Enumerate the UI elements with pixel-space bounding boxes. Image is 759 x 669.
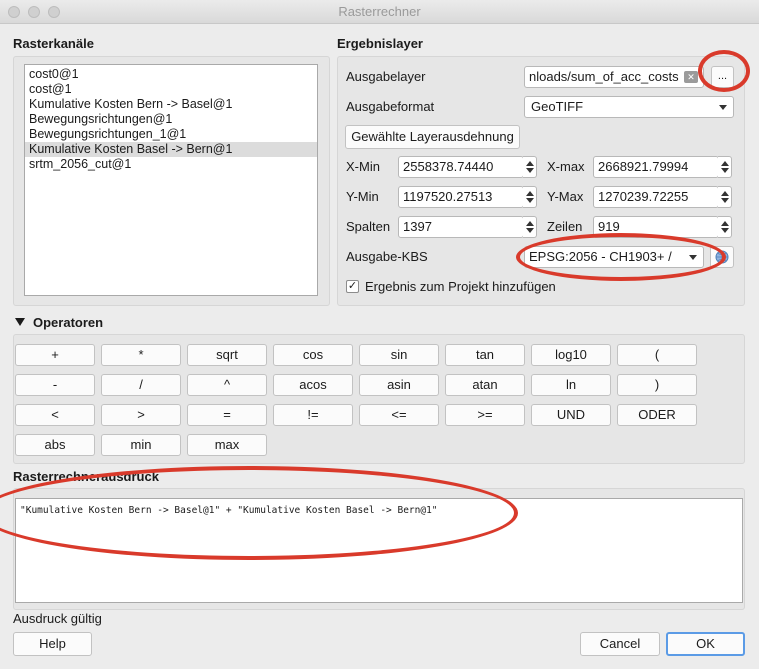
operator-button[interactable]: cos <box>273 344 353 366</box>
raster-bands-title: Rasterkanäle <box>13 36 94 51</box>
zoom-window-button[interactable] <box>48 6 60 18</box>
columns-input[interactable]: 1397 <box>398 216 524 238</box>
ymin-stepper[interactable] <box>523 186 537 208</box>
band-list-item[interactable]: cost@1 <box>25 82 317 97</box>
clear-text-icon[interactable]: ✕ <box>684 71 698 83</box>
xmax-input[interactable]: 2668921.79994 <box>593 156 719 178</box>
operator-button[interactable]: log10 <box>531 344 611 366</box>
operator-button[interactable]: ) <box>617 374 697 396</box>
operator-button[interactable]: max <box>187 434 267 456</box>
operator-button[interactable]: = <box>187 404 267 426</box>
xmin-label: X-Min <box>346 159 380 174</box>
xmax-stepper[interactable] <box>718 156 732 178</box>
operator-button[interactable]: atan <box>445 374 525 396</box>
operator-button[interactable]: ^ <box>187 374 267 396</box>
ymin-input[interactable]: 1197520.27513 <box>398 186 524 208</box>
operator-button[interactable]: - <box>15 374 95 396</box>
operator-button[interactable]: / <box>101 374 181 396</box>
operator-button[interactable]: >= <box>445 404 525 426</box>
band-list-item[interactable]: Kumulative Kosten Bern -> Basel@1 <box>25 97 317 112</box>
collapse-triangle-icon[interactable] <box>15 318 25 326</box>
band-list-item[interactable]: srtm_2056_cut@1 <box>25 157 317 172</box>
expression-title: Rasterrechnerausdruck <box>13 469 159 484</box>
output-crs-select[interactable]: EPSG:2056 - CH1903+ / <box>524 246 704 268</box>
band-list-item[interactable]: Bewegungsrichtungen_1@1 <box>25 127 317 142</box>
columns-label: Spalten <box>346 219 391 234</box>
ymin-label: Y-Min <box>346 189 379 204</box>
ymax-stepper[interactable] <box>718 186 732 208</box>
operator-button[interactable]: ln <box>531 374 611 396</box>
result-layer-title: Ergebnislayer <box>337 36 423 51</box>
xmin-input[interactable]: 2558378.74440 <box>398 156 524 178</box>
operator-button[interactable]: sin <box>359 344 439 366</box>
operator-button[interactable]: < <box>15 404 95 426</box>
operator-button[interactable]: sqrt <box>187 344 267 366</box>
ymax-label: Y-Max <box>547 189 584 204</box>
operator-button[interactable]: > <box>101 404 181 426</box>
output-crs-label: Ausgabe-KBS <box>346 249 428 264</box>
crs-selector-button[interactable] <box>710 246 734 268</box>
output-layer-value: nloads/sum_of_acc_costs <box>529 69 679 84</box>
ok-button[interactable]: OK <box>666 632 745 656</box>
columns-stepper[interactable] <box>523 216 537 238</box>
title-bar: Rasterrechner <box>0 0 759 24</box>
expression-textarea[interactable]: "Kumulative Kosten Bern -> Basel@1" + "K… <box>15 498 743 603</box>
raster-bands-list[interactable]: cost0@1 cost@1 Kumulative Kosten Bern -> B… <box>24 64 318 296</box>
operator-button[interactable]: != <box>273 404 353 426</box>
operator-button[interactable]: min <box>101 434 181 456</box>
operator-button[interactable]: asin <box>359 374 439 396</box>
output-format-value: GeoTIFF <box>531 99 584 114</box>
output-crs-value: EPSG:2056 - CH1903+ / <box>529 249 672 264</box>
ymax-input[interactable]: 1270239.72255 <box>593 186 719 208</box>
operator-button[interactable]: ( <box>617 344 697 366</box>
rows-input[interactable]: 919 <box>593 216 719 238</box>
operator-button[interactable]: * <box>101 344 181 366</box>
help-button[interactable]: Help <box>13 632 92 656</box>
band-list-item[interactable]: cost0@1 <box>25 67 317 82</box>
xmax-label: X-max <box>547 159 585 174</box>
cancel-button[interactable]: Cancel <box>580 632 660 656</box>
operator-button[interactable]: tan <box>445 344 525 366</box>
chevron-down-icon <box>689 255 697 260</box>
operator-button[interactable]: ODER <box>617 404 697 426</box>
operators-title: Operatoren <box>33 315 104 330</box>
operator-button[interactable]: abs <box>15 434 95 456</box>
output-format-select[interactable]: GeoTIFF <box>524 96 734 118</box>
selected-layer-extent-button[interactable]: Gewählte Layerausdehnung <box>345 125 520 149</box>
close-window-button[interactable] <box>8 6 20 18</box>
operator-button[interactable]: UND <box>531 404 611 426</box>
operator-button[interactable]: <= <box>359 404 439 426</box>
operator-button[interactable]: + <box>15 344 95 366</box>
output-layer-label: Ausgabelayer <box>346 69 426 84</box>
add-to-project-label: Ergebnis zum Projekt hinzufügen <box>365 279 556 294</box>
result-layer-panel <box>337 56 745 306</box>
minimize-window-button[interactable] <box>28 6 40 18</box>
output-layer-input[interactable]: nloads/sum_of_acc_costs <box>524 66 704 88</box>
band-list-item[interactable]: Kumulative Kosten Basel -> Bern@1 <box>25 142 317 157</box>
output-format-label: Ausgabeformat <box>346 99 435 114</box>
browse-button[interactable]: ... <box>711 66 734 88</box>
window-title: Rasterrechner <box>338 4 421 19</box>
rows-stepper[interactable] <box>718 216 732 238</box>
chevron-down-icon <box>719 105 727 110</box>
rows-label: Zeilen <box>547 219 583 234</box>
operator-button[interactable]: acos <box>273 374 353 396</box>
band-list-item[interactable]: Bewegungsrichtungen@1 <box>25 112 317 127</box>
expression-status: Ausdruck gültig <box>13 611 102 626</box>
add-to-project-checkbox[interactable]: ✓ <box>346 280 359 293</box>
globe-icon <box>715 250 729 264</box>
xmin-stepper[interactable] <box>523 156 537 178</box>
